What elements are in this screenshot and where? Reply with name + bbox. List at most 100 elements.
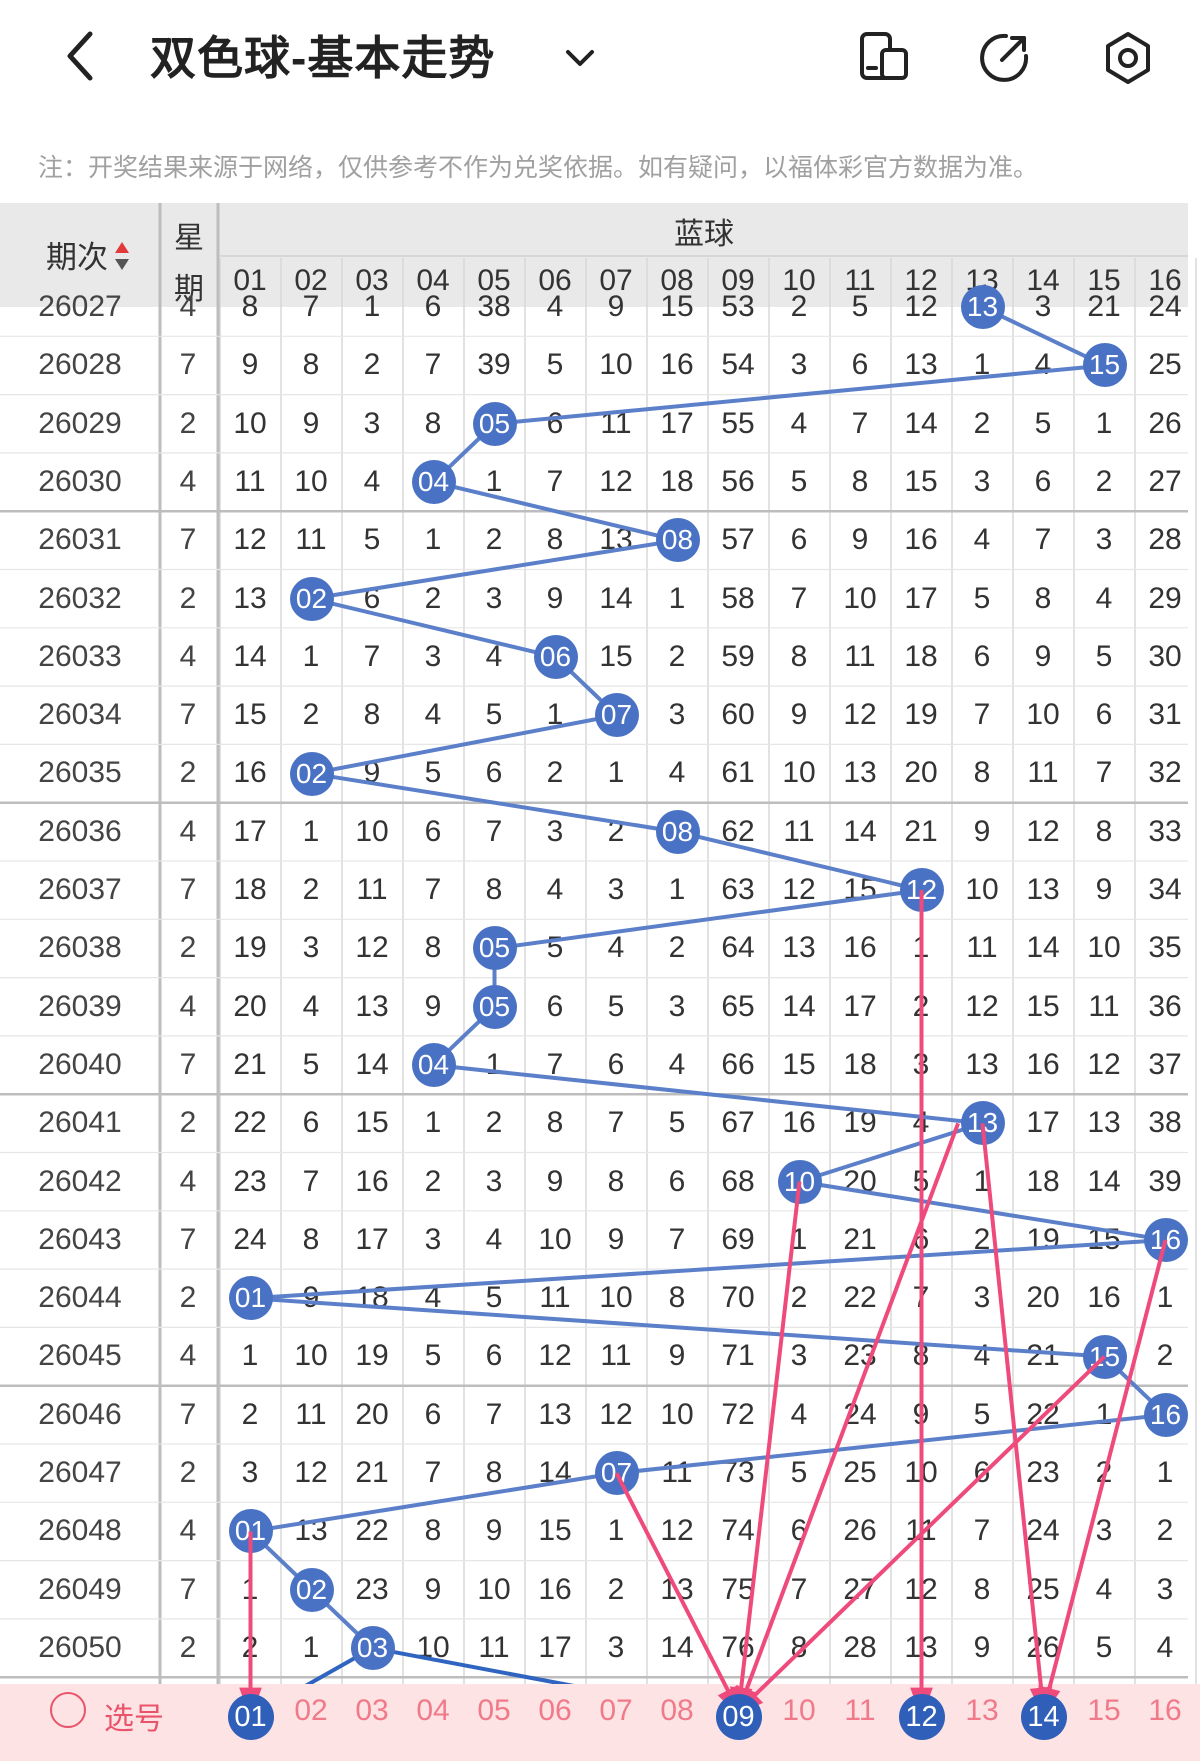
- weekday-cell: 4: [179, 1164, 197, 1198]
- miss-count-cell: 28: [843, 1630, 877, 1664]
- miss-count-cell: 2: [302, 873, 320, 906]
- miss-count-cell: 6: [1095, 698, 1113, 732]
- weekday-cell: 7: [179, 523, 197, 557]
- miss-count-cell: 5: [973, 581, 991, 615]
- miss-count-cell: 12: [294, 1456, 328, 1489]
- miss-count-cell: 5: [546, 348, 564, 382]
- miss-count-cell: 12: [782, 873, 816, 906]
- miss-count-cell: 11: [539, 1281, 571, 1315]
- selected-ball-12[interactable]: 12: [898, 1694, 945, 1740]
- miss-count-cell: 14: [538, 1456, 572, 1489]
- miss-count-cell: 2: [424, 1164, 442, 1198]
- miss-count-cell: 6: [912, 1222, 930, 1256]
- miss-count-cell: 11: [356, 873, 388, 906]
- select-number-16[interactable]: 16: [1135, 1694, 1195, 1728]
- select-number-11[interactable]: 11: [830, 1694, 890, 1728]
- weekday-cell: 2: [179, 1456, 197, 1489]
- hit-ball: 06: [533, 634, 578, 679]
- select-number-04[interactable]: 04: [403, 1694, 463, 1728]
- miss-count-cell: 2: [973, 1222, 991, 1256]
- miss-count-cell: 5: [1034, 406, 1052, 440]
- select-number-08[interactable]: 08: [647, 1694, 707, 1728]
- selected-ball-09[interactable]: 09: [715, 1694, 762, 1740]
- miss-count-cell: 13: [599, 523, 633, 557]
- select-radio[interactable]: [50, 1692, 86, 1728]
- miss-count-cell: 7: [302, 290, 320, 323]
- miss-count-cell: 21: [843, 1222, 877, 1256]
- miss-count-cell: 15: [1087, 1222, 1121, 1256]
- miss-count-cell: 10: [1087, 931, 1121, 965]
- miss-count-cell: 7: [973, 698, 991, 732]
- miss-count-cell: 27: [843, 1572, 877, 1606]
- selected-ball-14[interactable]: 14: [1020, 1694, 1067, 1740]
- miss-count-cell: 1: [302, 814, 320, 848]
- period-cell: 26029: [38, 406, 122, 440]
- miss-count-cell: 19: [1026, 1222, 1060, 1256]
- miss-count-cell: 1: [668, 873, 686, 906]
- select-number-13[interactable]: 13: [952, 1694, 1012, 1728]
- miss-count-cell: 6: [546, 406, 564, 440]
- hit-ball: 16: [1143, 1217, 1188, 1262]
- miss-count-cell: 1: [607, 1514, 625, 1548]
- miss-count-cell: 9: [912, 1397, 930, 1431]
- miss-count-cell: 10: [599, 348, 633, 382]
- period-cell: 26048: [38, 1514, 122, 1548]
- hit-ball: 01: [228, 1276, 273, 1321]
- miss-count-cell: 8: [607, 1164, 625, 1198]
- miss-count-cell: 23: [233, 1164, 267, 1198]
- miss-count-cell: 14: [599, 581, 633, 615]
- miss-count-cell: 21: [355, 1456, 389, 1489]
- hit-ball: 12: [899, 868, 944, 913]
- miss-count-cell: 15: [660, 290, 694, 323]
- miss-count-cell: 13: [782, 931, 816, 965]
- miss-count-cell: 12: [1087, 1047, 1121, 1081]
- miss-count-cell: 4: [790, 1397, 808, 1431]
- select-number-06[interactable]: 06: [525, 1694, 585, 1728]
- hit-ball: 05: [472, 984, 517, 1029]
- hit-ball: 04: [411, 1043, 456, 1088]
- miss-count-cell: 4: [607, 931, 625, 965]
- weekday-cell: 4: [179, 989, 197, 1023]
- miss-count-cell: 13: [233, 581, 267, 615]
- period-cell: 26034: [38, 698, 122, 732]
- miss-count-cell: 11: [234, 464, 266, 498]
- miss-count-cell: 30: [1148, 639, 1182, 673]
- select-number-03[interactable]: 03: [342, 1694, 402, 1728]
- select-number-15[interactable]: 15: [1074, 1694, 1134, 1728]
- miss-count-cell: 24: [843, 1397, 877, 1431]
- miss-count-cell: 26: [1148, 406, 1182, 440]
- miss-count-cell: 3: [607, 873, 625, 906]
- miss-count-cell: 10: [782, 756, 816, 790]
- miss-count-cell: 4: [424, 698, 442, 732]
- miss-count-cell: 24: [233, 1222, 267, 1256]
- miss-count-cell: 62: [721, 814, 755, 848]
- miss-count-cell: 9: [1095, 873, 1113, 906]
- select-number-05[interactable]: 05: [464, 1694, 524, 1728]
- miss-count-cell: 11: [783, 814, 815, 848]
- weekday-cell: 7: [179, 1047, 197, 1081]
- miss-count-cell: 68: [721, 1164, 755, 1198]
- miss-count-cell: 15: [599, 639, 633, 673]
- miss-count-cell: 38: [477, 290, 511, 323]
- miss-count-cell: 3: [790, 348, 808, 382]
- period-cell: 26045: [38, 1339, 122, 1373]
- select-number-02[interactable]: 02: [281, 1694, 341, 1728]
- miss-count-cell: 12: [599, 1397, 633, 1431]
- period-cell: 26039: [38, 989, 122, 1023]
- miss-count-cell: 4: [363, 464, 381, 498]
- miss-count-cell: 10: [843, 581, 877, 615]
- miss-count-cell: 7: [424, 348, 442, 382]
- miss-count-cell: 6: [790, 1514, 808, 1548]
- miss-count-cell: 12: [965, 989, 999, 1023]
- miss-count-cell: 1: [363, 290, 381, 323]
- miss-count-cell: 3: [790, 1339, 808, 1373]
- period-cell: 26044: [38, 1281, 122, 1315]
- miss-count-cell: 31: [1148, 698, 1182, 732]
- select-number-07[interactable]: 07: [586, 1694, 646, 1728]
- miss-count-cell: 23: [843, 1339, 877, 1373]
- miss-count-cell: 6: [302, 1106, 320, 1140]
- selected-ball-01[interactable]: 01: [227, 1694, 274, 1740]
- select-number-10[interactable]: 10: [769, 1694, 829, 1728]
- hit-ball: 04: [411, 460, 456, 505]
- miss-count-cell: 2: [668, 639, 686, 673]
